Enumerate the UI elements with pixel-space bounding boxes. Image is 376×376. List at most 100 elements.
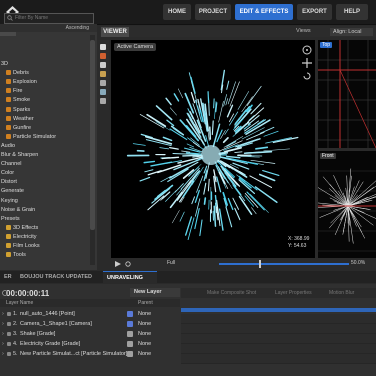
effect-category[interactable]: Generate <box>0 187 93 196</box>
expand-chevron-icon[interactable]: › <box>2 339 4 349</box>
zoom-tool-icon[interactable] <box>100 98 106 104</box>
effect-category[interactable]: Channel <box>0 160 93 169</box>
timeline-scrubber[interactable] <box>219 263 349 265</box>
expand-chevron-icon[interactable]: › <box>2 329 4 339</box>
main-viewport[interactable] <box>111 40 315 258</box>
nav-edit-effects[interactable]: EDIT & EFFECTS <box>235 4 293 20</box>
time-range-bar[interactable] <box>181 308 376 312</box>
layer-track[interactable] <box>181 324 376 334</box>
orbit-icon[interactable] <box>301 44 313 56</box>
effect-item[interactable]: Electricity <box>0 233 98 242</box>
new-layer-dropdown[interactable]: New Layer <box>130 288 180 297</box>
layer-color-swatch[interactable] <box>127 351 133 357</box>
parent-dropdown[interactable]: None <box>138 309 151 319</box>
quality-label[interactable]: Full <box>167 260 175 266</box>
motion-blur-label[interactable]: Motion Blur <box>329 290 354 296</box>
effect-category[interactable]: Presets <box>0 215 93 224</box>
expand-chevron-icon[interactable]: › <box>2 309 4 319</box>
tab-boujou-track[interactable]: BOUJOU TRACK UPDATED <box>16 271 96 283</box>
effect-category[interactable]: Audio <box>0 142 93 151</box>
particle-streak <box>232 168 248 178</box>
particle-streak <box>272 136 299 144</box>
pen-tool-icon[interactable] <box>100 89 106 95</box>
sort-label[interactable]: Ascending <box>66 25 89 31</box>
select-tool-icon[interactable] <box>100 44 106 50</box>
parent-dropdown[interactable]: None <box>138 339 151 349</box>
effect-item[interactable]: Tools <box>0 251 98 260</box>
effect-item[interactable]: Weather <box>0 115 98 124</box>
visibility-icon[interactable] <box>7 322 11 326</box>
layer-color-swatch[interactable] <box>127 311 133 317</box>
layer-color-swatch[interactable] <box>127 341 133 347</box>
pan-icon[interactable] <box>301 57 313 69</box>
active-camera-label[interactable]: Active Camera <box>114 43 157 51</box>
effect-item[interactable]: Debris <box>0 69 98 78</box>
loop-icon[interactable] <box>125 261 131 267</box>
nav-export[interactable]: EXPORT <box>297 4 332 20</box>
effect-item[interactable]: Explosion <box>0 78 98 87</box>
expand-chevron-icon[interactable]: › <box>2 319 4 329</box>
effect-item[interactable]: Fire <box>0 87 98 96</box>
tab-viewer[interactable]: VIEWER <box>101 27 129 37</box>
transform-tool-icon[interactable] <box>100 53 106 59</box>
layer-row[interactable]: › 3. Shake [Grade] None <box>0 329 180 339</box>
reset-view-icon[interactable] <box>301 70 313 82</box>
layer-color-swatch[interactable] <box>127 331 133 337</box>
layer-row[interactable]: › 2. Camera_1_Shape1 [Camera] None <box>0 319 180 329</box>
search-icon <box>7 15 13 21</box>
visibility-icon[interactable] <box>7 342 11 346</box>
layer-track[interactable] <box>181 334 376 344</box>
parent-dropdown[interactable]: None <box>138 349 151 359</box>
parent-dropdown[interactable]: None <box>138 319 151 329</box>
layer-row[interactable]: › 4. Electricity Grade [Grade] None <box>0 339 180 349</box>
visibility-icon[interactable] <box>7 352 11 356</box>
layer-row[interactable]: › 1. null_auto_1446 [Point] None <box>0 309 180 319</box>
tab-editor[interactable]: ER <box>0 271 16 283</box>
front-view-label[interactable]: Front <box>320 153 336 159</box>
playhead-marker[interactable] <box>259 260 261 268</box>
play-icon[interactable] <box>115 261 121 267</box>
layer-color-swatch[interactable] <box>127 321 133 327</box>
nav-help[interactable]: HELP <box>336 4 368 20</box>
tab-unraveling[interactable]: UNRAVELING <box>103 271 157 284</box>
particle-streak <box>225 206 233 228</box>
effect-category[interactable]: Keying <box>0 197 93 206</box>
hand-tool-icon[interactable] <box>100 62 106 68</box>
align-dropdown[interactable]: Align: Local <box>330 28 373 36</box>
layer-track[interactable] <box>181 344 376 354</box>
effect-category[interactable]: Distort <box>0 178 93 187</box>
visibility-icon[interactable] <box>7 312 11 316</box>
text-tool-icon[interactable] <box>100 80 106 86</box>
effects-search-input[interactable]: Filter By Name <box>4 13 94 24</box>
timecode-display[interactable]: 00:00:00:11 <box>6 289 49 298</box>
layer-row[interactable]: › 5. New Particle Simulat...ct [Particle S… <box>0 349 180 359</box>
effect-category[interactable]: Blur & Sharpen <box>0 151 93 160</box>
top-view-label[interactable]: Top <box>320 42 333 48</box>
effect-category[interactable]: Noise & Grain <box>0 206 93 215</box>
effect-item[interactable]: Smoke <box>0 96 98 105</box>
effects-scrollbar-thumb[interactable] <box>90 40 95 230</box>
effect-label: Particle Simulator <box>13 133 57 140</box>
expand-chevron-icon[interactable]: › <box>2 349 4 359</box>
effect-item[interactable]: Gunfire <box>0 124 98 133</box>
views-dropdown[interactable]: Views <box>296 28 311 34</box>
effect-item[interactable]: Sparks <box>0 106 98 115</box>
make-composite-shot-label[interactable]: Make Composite Shot <box>207 290 256 296</box>
parent-header: Parent <box>138 300 153 306</box>
effect-item[interactable]: Particle Simulator <box>0 133 98 142</box>
effect-category[interactable]: Color <box>0 169 93 178</box>
zoom-level[interactable]: 50.0% <box>351 260 365 266</box>
front-orthographic-view[interactable]: Front <box>318 151 376 258</box>
visibility-icon[interactable] <box>7 332 11 336</box>
mask-tool-icon[interactable] <box>100 71 106 77</box>
nav-project[interactable]: PROJECT <box>195 4 231 20</box>
effect-item[interactable]: 3D Effects <box>0 224 98 233</box>
layer-track[interactable] <box>181 314 376 324</box>
parent-dropdown[interactable]: None <box>138 329 151 339</box>
effect-item[interactable]: Film Looks <box>0 242 98 251</box>
nav-home[interactable]: HOME <box>163 4 191 20</box>
layer-properties-label[interactable]: Layer Properties <box>275 290 312 296</box>
effect-category[interactable]: 3D <box>0 60 93 69</box>
top-orthographic-view[interactable]: Top <box>318 40 376 148</box>
layer-track[interactable] <box>181 354 376 364</box>
